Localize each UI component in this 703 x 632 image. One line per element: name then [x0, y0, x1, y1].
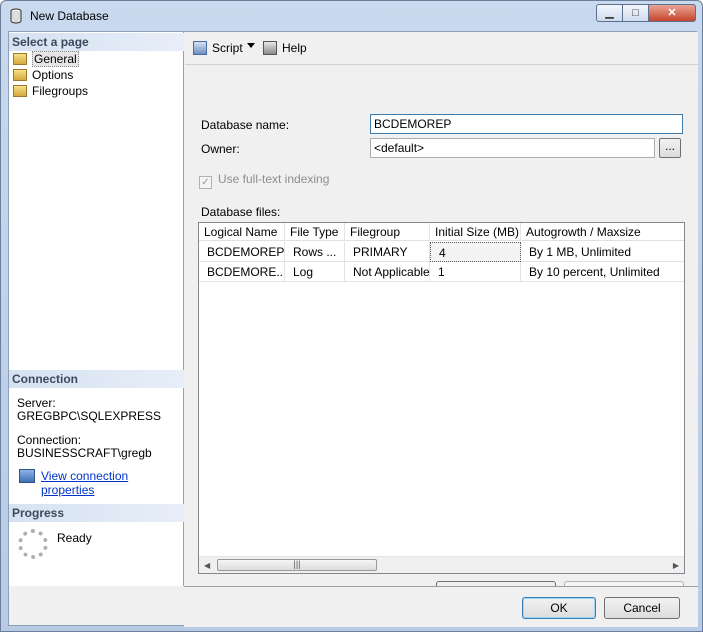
progress-spinner-icon	[18, 529, 48, 559]
help-icon	[263, 41, 277, 55]
general-page: Script Help Database name: BCDEMOREP Own…	[185, 32, 698, 603]
connection-properties-icon	[19, 469, 35, 483]
page-item-label: Filegroups	[32, 84, 89, 98]
scroll-left-icon[interactable]: ◀	[204, 561, 210, 570]
view-connection-properties-link[interactable]: View connection properties	[41, 469, 183, 497]
connection-value: BUSINESSCRAFT\gregb	[17, 446, 152, 460]
dialog-footer: OK Cancel	[184, 586, 698, 627]
connection-label: Connection:	[17, 433, 82, 447]
script-icon	[193, 41, 207, 55]
owner-label: Owner:	[201, 142, 240, 156]
toolbar: Script Help	[185, 32, 698, 64]
new-database-window: New Database ▁ □ ✕ Select a page General…	[0, 0, 703, 632]
page-icon	[13, 69, 27, 81]
cell-filegroup[interactable]: PRIMARY	[345, 242, 430, 262]
general-content: Database name: BCDEMOREP Owner: <default…	[185, 64, 698, 603]
owner-input[interactable]: <default>	[370, 138, 655, 158]
browse-owner-button[interactable]: ...	[659, 138, 681, 158]
column-header[interactable]: Initial Size (MB)	[430, 223, 521, 241]
scroll-right-icon[interactable]: ▶	[673, 561, 679, 570]
help-label: Help	[282, 41, 307, 55]
cell-file-type[interactable]: Log	[285, 262, 345, 282]
scroll-thumb[interactable]: |||	[217, 559, 377, 571]
page-item-label: Options	[32, 68, 74, 82]
column-header[interactable]: File Type	[285, 223, 345, 241]
horizontal-scrollbar[interactable]: ◀ ||| ▶	[199, 556, 684, 573]
cell-initial-size[interactable]: 4	[430, 242, 521, 262]
cell-logical-name[interactable]: BCDEMOREP	[199, 242, 285, 262]
maximize-button[interactable]: □	[622, 4, 649, 22]
cell-filegroup[interactable]: Not Applicable	[345, 262, 430, 282]
cell-initial-size[interactable]: 1	[430, 262, 521, 282]
cell-autogrowth[interactable]: By 10 percent, Unlimited	[521, 262, 684, 282]
cell-logical-name[interactable]: BCDEMORE...	[199, 262, 285, 282]
database-files-label: Database files:	[201, 205, 281, 219]
table-row[interactable]: BCDEMOREP Rows ... PRIMARY 4 By 1 MB, Un…	[199, 242, 684, 262]
database-files-grid[interactable]: Logical Name File Type Filegroup Initial…	[198, 222, 685, 574]
fulltext-indexing-label: Use full-text indexing	[218, 172, 330, 186]
select-page-header: Select a page	[9, 33, 184, 51]
fulltext-indexing-checkbox[interactable]: ✓	[199, 176, 212, 189]
ok-button[interactable]: OK	[522, 597, 596, 619]
database-name-label: Database name:	[201, 118, 290, 132]
page-icon	[13, 53, 27, 65]
window-title: New Database	[30, 9, 109, 23]
script-dropdown-arrow-icon[interactable]	[247, 43, 255, 48]
server-value: GREGBPC\SQLEXPRESS	[17, 409, 162, 423]
database-name-input[interactable]: BCDEMOREP	[370, 114, 683, 134]
grid-header: Logical Name File Type Filegroup Initial…	[199, 223, 684, 241]
database-icon	[10, 8, 22, 24]
cell-autogrowth[interactable]: By 1 MB, Unlimited	[521, 242, 684, 262]
connection-header: Connection	[9, 370, 184, 388]
page-sidebar: Select a page General Options Filegroups…	[9, 32, 184, 586]
column-header[interactable]: Logical Name	[199, 223, 285, 241]
page-item-general[interactable]: General	[13, 51, 79, 67]
table-row[interactable]: BCDEMORE... Log Not Applicable 1 By 10 p…	[199, 262, 684, 282]
close-button[interactable]: ✕	[648, 4, 696, 22]
minimize-button[interactable]: ▁	[596, 4, 623, 22]
script-button[interactable]: Script	[193, 41, 243, 55]
server-label: Server:	[17, 396, 56, 410]
progress-header: Progress	[9, 504, 184, 522]
fulltext-indexing-row: ✓ Use full-text indexing	[199, 172, 329, 189]
page-item-filegroups[interactable]: Filegroups	[13, 83, 88, 99]
cell-file-type[interactable]: Rows ...	[285, 242, 345, 262]
help-button[interactable]: Help	[263, 41, 307, 55]
page-item-options[interactable]: Options	[13, 67, 73, 83]
page-icon	[13, 85, 27, 97]
progress-status: Ready	[57, 531, 92, 545]
column-header[interactable]: Filegroup	[345, 223, 430, 241]
column-header[interactable]: Autogrowth / Maxsize	[521, 223, 684, 241]
title-bar[interactable]: New Database ▁ □ ✕	[1, 1, 702, 31]
page-item-label: General	[32, 51, 79, 67]
cancel-button[interactable]: Cancel	[604, 597, 680, 619]
script-label: Script	[212, 41, 243, 55]
dialog-client-area: Select a page General Options Filegroups…	[8, 31, 698, 627]
